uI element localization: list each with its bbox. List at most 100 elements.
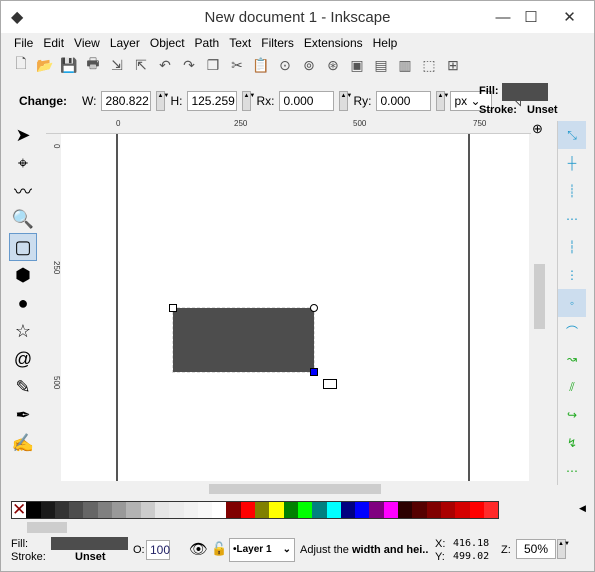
menu-file[interactable]: File bbox=[9, 33, 38, 53]
color-swatch[interactable] bbox=[469, 502, 484, 518]
color-swatch[interactable] bbox=[269, 502, 284, 518]
menu-help[interactable]: Help bbox=[368, 33, 403, 53]
save-icon[interactable]: 💾 bbox=[59, 55, 79, 75]
snap-toggle-icon[interactable]: ⤡ bbox=[558, 121, 586, 149]
cut-icon[interactable]: ✂ bbox=[227, 55, 247, 75]
ry-spinner[interactable]: ▲▼ bbox=[436, 91, 449, 111]
color-swatch[interactable] bbox=[369, 502, 384, 518]
export-icon[interactable]: ⇱ bbox=[131, 55, 151, 75]
redo-icon[interactable]: ↷ bbox=[179, 55, 199, 75]
scroll-thumb[interactable] bbox=[27, 522, 67, 533]
color-swatch[interactable] bbox=[326, 502, 341, 518]
snap-toggle-icon[interactable]: ↪ bbox=[558, 401, 586, 429]
color-swatch[interactable] bbox=[297, 502, 313, 518]
color-swatch[interactable] bbox=[26, 502, 41, 518]
snap-toggle-icon[interactable]: ⌒ bbox=[558, 317, 586, 345]
no-paint-swatch[interactable]: ✕ bbox=[12, 501, 27, 518]
node-tool-icon[interactable]: ⌖ bbox=[9, 149, 37, 177]
color-swatch[interactable] bbox=[226, 502, 241, 518]
align-icon[interactable]: ⊞ bbox=[443, 55, 463, 75]
snap-toggle-icon[interactable]: ⋯ bbox=[558, 457, 586, 485]
snap-toggle-icon[interactable]: ↝ bbox=[558, 345, 586, 373]
pen-tool-icon[interactable]: ✒ bbox=[9, 401, 37, 429]
palette-menu-icon[interactable]: ◀ bbox=[579, 503, 586, 514]
menu-view[interactable]: View bbox=[69, 33, 105, 53]
maximize-button[interactable]: ☐ bbox=[516, 1, 546, 35]
color-swatch[interactable] bbox=[455, 502, 470, 518]
color-swatch[interactable] bbox=[154, 502, 170, 518]
zoom-input[interactable]: 50% bbox=[516, 539, 556, 559]
palette-scrollbar[interactable] bbox=[11, 520, 581, 534]
print-icon[interactable]: 🖶 bbox=[83, 55, 103, 75]
new-icon[interactable]: 🗋 bbox=[11, 55, 31, 75]
color-swatch[interactable] bbox=[169, 502, 184, 518]
canvas[interactable] bbox=[61, 134, 529, 481]
group-icon[interactable]: ▣ bbox=[347, 55, 367, 75]
fill-stroke-icon[interactable]: ⬚ bbox=[419, 55, 439, 75]
vertical-ruler[interactable]: 0 250 500 bbox=[46, 134, 61, 481]
radius-handle[interactable] bbox=[310, 304, 318, 312]
color-swatch[interactable] bbox=[40, 502, 55, 518]
color-swatch[interactable] bbox=[355, 502, 370, 518]
star-tool-icon[interactable]: ☆ bbox=[9, 317, 37, 345]
fill-swatch[interactable] bbox=[51, 537, 128, 550]
duplicate-icon[interactable]: ❐ bbox=[203, 55, 223, 75]
ry-input[interactable]: 0.000 bbox=[376, 91, 432, 111]
selector-tool-icon[interactable]: ➤ bbox=[9, 121, 37, 149]
color-swatch[interactable] bbox=[440, 502, 456, 518]
close-button[interactable]: ✕ bbox=[546, 1, 593, 35]
snap-toggle-icon[interactable]: ↯ bbox=[558, 429, 586, 457]
opacity-input[interactable]: 100 bbox=[146, 540, 170, 560]
color-swatch[interactable] bbox=[212, 502, 227, 518]
color-swatch[interactable] bbox=[255, 502, 270, 518]
menu-extensions[interactable]: Extensions bbox=[299, 33, 368, 53]
menu-path[interactable]: Path bbox=[190, 33, 225, 53]
zoom-page-icon[interactable]: ⊛ bbox=[323, 55, 343, 75]
spiral-tool-icon[interactable]: @ bbox=[9, 345, 37, 373]
snap-toggle-icon[interactable]: ┊ bbox=[558, 177, 586, 205]
color-swatch[interactable] bbox=[398, 502, 413, 518]
open-icon[interactable]: 📂 bbox=[35, 55, 55, 75]
vertical-scrollbar[interactable] bbox=[531, 134, 548, 481]
menu-edit[interactable]: Edit bbox=[38, 33, 69, 53]
color-swatch[interactable] bbox=[197, 502, 213, 518]
color-swatch[interactable] bbox=[83, 502, 98, 518]
horizontal-scrollbar[interactable] bbox=[61, 481, 529, 497]
snap-toggle-icon[interactable]: ⫽ bbox=[558, 373, 586, 401]
menu-layer[interactable]: Layer bbox=[105, 33, 145, 53]
color-swatch[interactable] bbox=[240, 502, 256, 518]
height-spinner[interactable]: ▲▼ bbox=[242, 91, 255, 111]
zoom-spinner[interactable]: ▲▼ bbox=[557, 539, 570, 559]
clone-icon[interactable]: ▥ bbox=[395, 55, 415, 75]
zoom-tool-icon[interactable]: 🔍 bbox=[9, 205, 37, 233]
color-swatch[interactable] bbox=[69, 502, 84, 518]
snap-toggle-icon[interactable]: ⋯ bbox=[558, 205, 586, 233]
color-swatch[interactable] bbox=[383, 502, 399, 518]
color-swatch[interactable] bbox=[483, 502, 499, 518]
snap-toggle-icon[interactable]: ⋮ bbox=[558, 261, 586, 289]
horizontal-ruler[interactable]: 0 250 500 750 bbox=[46, 119, 531, 134]
size-handle-active[interactable] bbox=[310, 368, 318, 376]
lock-icon[interactable]: 🔓 bbox=[211, 541, 227, 557]
color-swatch[interactable] bbox=[140, 502, 155, 518]
color-swatch[interactable] bbox=[112, 502, 127, 518]
scroll-thumb[interactable] bbox=[534, 264, 545, 329]
snap-toggle-icon[interactable]: ┼ bbox=[558, 149, 586, 177]
scroll-thumb[interactable] bbox=[209, 484, 381, 494]
pencil-tool-icon[interactable]: ✎ bbox=[9, 373, 37, 401]
menu-text[interactable]: Text bbox=[224, 33, 256, 53]
snap-toggle-icon[interactable]: ┆ bbox=[558, 233, 586, 261]
selected-rectangle[interactable] bbox=[172, 307, 315, 373]
width-input[interactable]: 280.822 bbox=[101, 91, 152, 111]
fill-swatch[interactable] bbox=[502, 83, 548, 101]
zoom-drawing-icon[interactable]: ⊚ bbox=[299, 55, 319, 75]
color-swatch[interactable] bbox=[97, 502, 113, 518]
3dbox-tool-icon[interactable]: ⬢ bbox=[9, 261, 37, 289]
menu-object[interactable]: Object bbox=[145, 33, 190, 53]
color-swatch[interactable] bbox=[126, 502, 141, 518]
size-handle[interactable] bbox=[169, 304, 177, 312]
minimize-button[interactable]: — bbox=[488, 1, 518, 35]
import-icon[interactable]: ⇲ bbox=[107, 55, 127, 75]
color-swatch[interactable] bbox=[312, 502, 327, 518]
zoom-selection-icon[interactable]: ⊙ bbox=[275, 55, 295, 75]
